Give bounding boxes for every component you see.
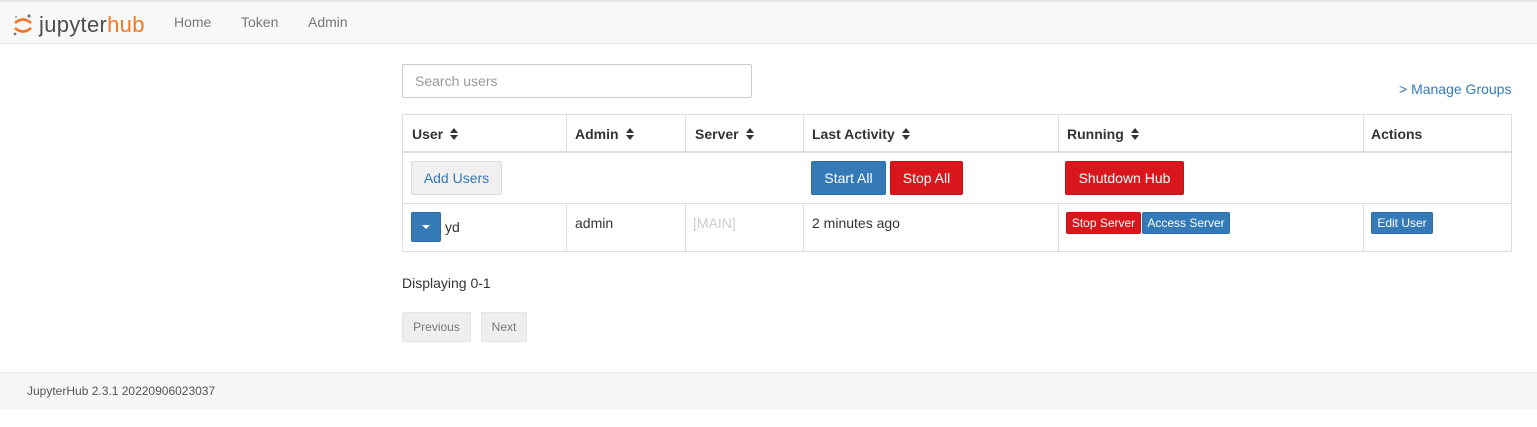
jupyterhub-logo[interactable]: jupyterhub xyxy=(12,10,145,40)
navbar: jupyterhub Home Token Admin xyxy=(0,0,1537,44)
footer: JupyterHub 2.3.1 20220906023037 xyxy=(0,372,1537,409)
sort-icon[interactable] xyxy=(450,128,459,140)
th-last-activity[interactable]: Last Activity xyxy=(812,126,910,142)
sort-icon[interactable] xyxy=(745,128,754,140)
user-admin-status: admin xyxy=(575,215,614,231)
stop-server-button[interactable]: Stop Server xyxy=(1066,212,1141,234)
edit-user-button[interactable]: Edit User xyxy=(1371,212,1433,234)
sort-icon[interactable] xyxy=(625,128,634,140)
sort-icon[interactable] xyxy=(901,128,910,140)
brand-jupyter: jupyter xyxy=(39,12,108,37)
brand-hub: hub xyxy=(107,12,145,37)
nav-token[interactable]: Token xyxy=(241,14,278,30)
server-name: [MAIN] xyxy=(693,215,736,231)
users-table: User Admin Server Last Activity Running … xyxy=(402,114,1512,252)
jupyter-logo-icon xyxy=(12,13,34,37)
next-button[interactable]: Next xyxy=(481,312,527,342)
th-running[interactable]: Running xyxy=(1067,126,1139,142)
manage-groups-link[interactable]: > Manage Groups xyxy=(1399,81,1511,97)
previous-button[interactable]: Previous xyxy=(402,312,471,342)
stop-all-button[interactable]: Stop All xyxy=(890,161,963,195)
th-user[interactable]: User xyxy=(412,126,459,142)
start-all-button[interactable]: Start All xyxy=(811,161,886,195)
nav-home[interactable]: Home xyxy=(174,14,211,30)
nav-admin[interactable]: Admin xyxy=(308,14,348,30)
add-users-button[interactable]: Add Users xyxy=(411,161,502,195)
last-activity: 2 minutes ago xyxy=(812,215,900,231)
header-divider xyxy=(403,151,1511,153)
shutdown-hub-button[interactable]: Shutdown Hub xyxy=(1065,161,1184,195)
th-admin[interactable]: Admin xyxy=(575,126,634,142)
th-actions: Actions xyxy=(1371,126,1423,142)
caret-down-icon xyxy=(422,225,430,229)
row-divider xyxy=(403,203,1511,204)
user-expand-button[interactable] xyxy=(411,212,441,242)
displaying-count: Displaying 0-1 xyxy=(402,275,491,291)
sort-icon[interactable] xyxy=(1130,128,1139,140)
access-server-button[interactable]: Access Server xyxy=(1142,212,1230,234)
search-users-input[interactable] xyxy=(402,64,752,98)
version-text: JupyterHub 2.3.1 20220906023037 xyxy=(27,384,216,398)
th-server[interactable]: Server xyxy=(695,126,754,142)
user-name: yd xyxy=(445,219,460,235)
